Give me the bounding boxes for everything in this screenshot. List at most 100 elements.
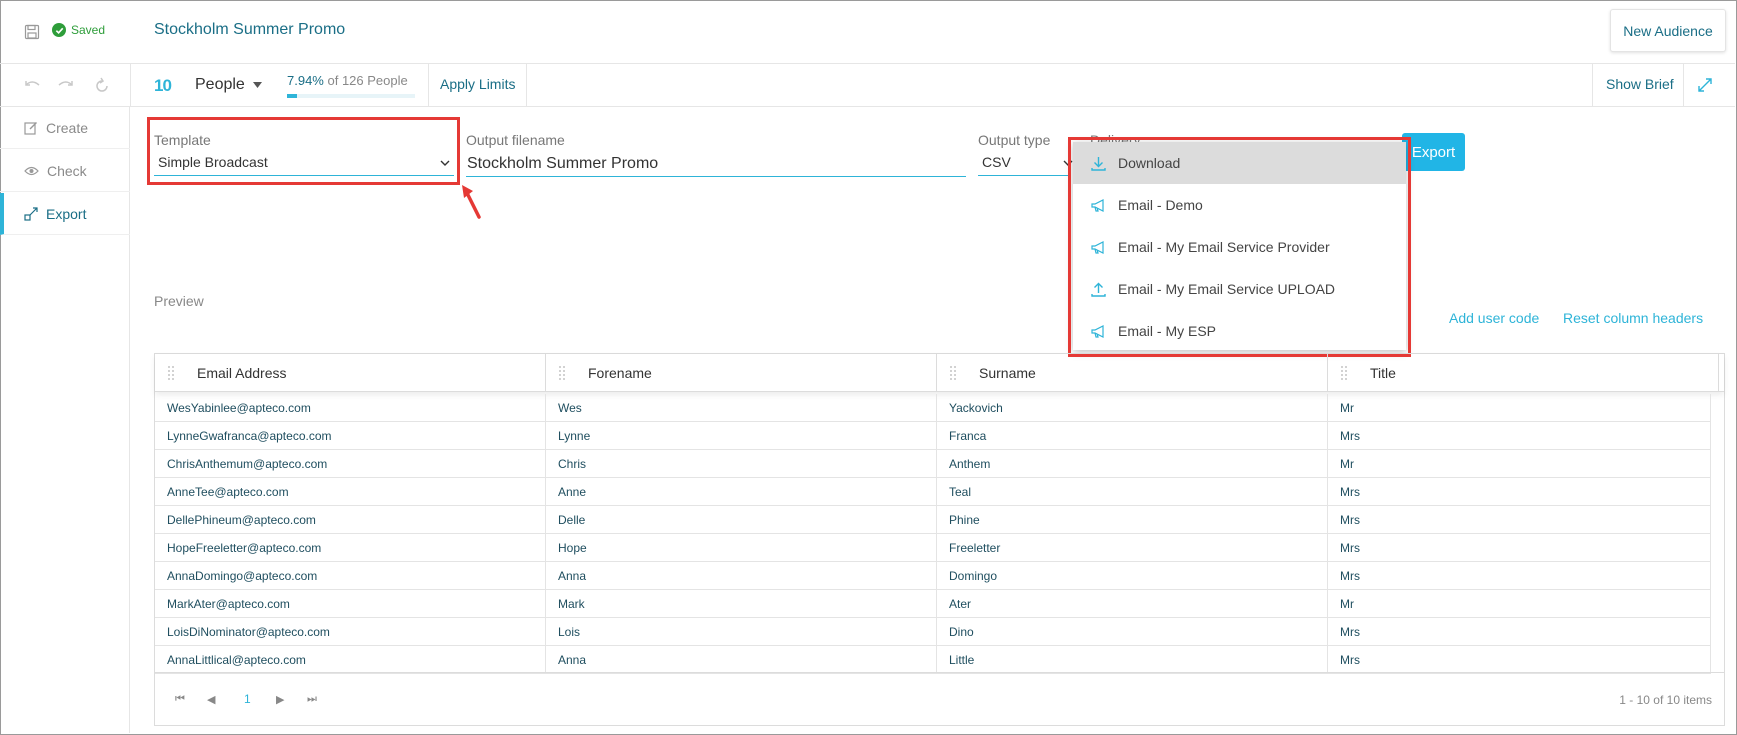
table-row[interactable]: HopeFreeletter@apteco.com Hope Freeletter M… [155, 534, 1711, 562]
eye-icon [24, 166, 39, 175]
table-cell: Mrs [1328, 506, 1711, 534]
column-header-label: Forename [588, 365, 652, 381]
audience-title[interactable]: Stockholm Summer Promo [154, 21, 345, 39]
sidebar-item-label: Check [47, 162, 87, 179]
grid-pager: ⏮ ◀ 1 ▶ ⏭ 1 - 10 of 10 items [155, 672, 1724, 726]
table-cell: AnnaDomingo@apteco.com [155, 562, 546, 590]
table-cell: Freeletter [937, 534, 1328, 562]
edit-icon [24, 121, 37, 135]
last-page-icon[interactable]: ⏭ [307, 693, 317, 706]
save-icon[interactable] [24, 24, 40, 40]
divider [526, 64, 527, 107]
export-button[interactable]: Export [1402, 133, 1465, 171]
items-count-info: 1 - 10 of 10 items [1619, 693, 1712, 707]
expand-icon[interactable] [1697, 77, 1713, 93]
preview-grid: Email Address Forename Surname Title Wes… [154, 353, 1725, 726]
table-cell: Lois [546, 618, 937, 646]
page-number-button[interactable]: 1 [244, 692, 251, 706]
table-cell: Phine [937, 506, 1328, 534]
table-row[interactable]: WesYabinlee@apteco.com Wes Yackovich Mr [155, 394, 1711, 422]
people-count: 10 [154, 76, 172, 95]
table-cell: Mark [546, 590, 937, 618]
check-circle-icon [52, 23, 66, 37]
table-cell: Mrs [1328, 534, 1711, 562]
table-cell: AnnaLittlical@apteco.com [155, 646, 546, 674]
next-page-icon[interactable]: ▶ [276, 693, 284, 706]
table-cell: Mr [1328, 450, 1711, 478]
redo-icon[interactable] [56, 76, 76, 96]
limits-summary: 7.94% of 126 People [287, 73, 408, 88]
table-row[interactable]: AnnaDomingo@apteco.com Anna Domingo Mrs [155, 562, 1711, 590]
table-cell: Hope [546, 534, 937, 562]
percentage-progress-bar [287, 94, 415, 98]
table-cell: DellePhineum@apteco.com [155, 506, 546, 534]
table-row[interactable]: AnnaLittlical@apteco.com Anna Little Mrs [155, 646, 1711, 674]
column-header-surname[interactable]: Surname [937, 354, 1328, 392]
table-cell: Mrs [1328, 422, 1711, 450]
table-row[interactable]: ChrisAnthemum@apteco.com Chris Anthem Mr [155, 450, 1711, 478]
sidebar-item-label: Create [46, 119, 89, 136]
table-cell: Mrs [1328, 562, 1711, 590]
column-header-email[interactable]: Email Address [155, 354, 546, 392]
sidebar-item-create[interactable]: Create [0, 107, 130, 149]
column-header-title[interactable]: Title [1328, 354, 1719, 392]
reset-column-headers-link[interactable]: Reset column headers [1563, 310, 1703, 326]
table-row[interactable]: AnneTee@apteco.com Anne Teal Mrs [155, 478, 1711, 506]
table-row[interactable]: DellePhineum@apteco.com Delle Phine Mrs [155, 506, 1711, 534]
table-cell: Mrs [1328, 646, 1711, 674]
apply-limits-button[interactable]: Apply Limits [440, 76, 515, 92]
table-cell: Ater [937, 590, 1328, 618]
preview-label: Preview [154, 293, 204, 309]
new-audience-button[interactable]: New Audience [1610, 9, 1726, 52]
table-cell: Little [937, 646, 1328, 674]
column-header-label: Email Address [197, 365, 287, 381]
table-cell: LoisDiNominator@apteco.com [155, 618, 546, 646]
show-brief-button[interactable]: Show Brief [1606, 76, 1674, 92]
table-cell: Wes [546, 394, 937, 422]
table-row[interactable]: MarkAter@apteco.com Mark Ater Mr [155, 590, 1711, 618]
table-cell: Domingo [937, 562, 1328, 590]
percentage-value: 7.94% [287, 73, 324, 88]
caret-down-icon [252, 82, 262, 88]
saved-status-badge: Saved [52, 23, 105, 37]
table-cell: Anna [546, 646, 937, 674]
filename-input[interactable]: Stockholm Summer Promo [467, 155, 658, 173]
undo-icon[interactable] [22, 76, 42, 96]
people-dropdown[interactable]: People [195, 76, 262, 94]
people-label: People [195, 76, 245, 93]
drag-handle-icon[interactable] [1340, 365, 1348, 381]
divider [428, 64, 429, 107]
sidebar-item-export[interactable]: Export [0, 193, 130, 235]
table-cell: Lynne [546, 422, 937, 450]
sidebar-item-check[interactable]: Check [0, 150, 130, 192]
divider [1683, 64, 1684, 107]
output-type-select[interactable]: CSV [982, 154, 1011, 170]
table-cell: Dino [937, 618, 1328, 646]
drag-handle-icon[interactable] [558, 365, 566, 381]
column-header-label: Surname [979, 365, 1036, 381]
grid-header: Email Address Forename Surname Title [155, 354, 1724, 392]
table-cell: ChrisAnthemum@apteco.com [155, 450, 546, 478]
reset-icon[interactable] [92, 76, 112, 96]
percentage-total: of 126 People [323, 73, 408, 88]
filename-label: Output filename [466, 132, 565, 148]
table-cell: Mrs [1328, 478, 1711, 506]
top-bar: Saved Stockholm Summer Promo New Audienc… [0, 0, 1735, 64]
column-header-forename[interactable]: Forename [546, 354, 937, 392]
table-cell: MarkAter@apteco.com [155, 590, 546, 618]
table-cell: Delle [546, 506, 937, 534]
table-row[interactable]: LoisDiNominator@apteco.com Lois Dino Mrs [155, 618, 1711, 646]
add-user-code-link[interactable]: Add user code [1449, 310, 1539, 326]
table-cell: Mrs [1328, 618, 1711, 646]
table-cell: WesYabinlee@apteco.com [155, 394, 546, 422]
drag-handle-icon[interactable] [167, 365, 175, 381]
saved-label: Saved [71, 23, 106, 37]
output-type-label: Output type [978, 132, 1051, 148]
previous-page-icon[interactable]: ◀ [207, 693, 215, 706]
first-page-icon[interactable]: ⏮ [175, 693, 185, 706]
sidebar-item-label: Export [46, 205, 87, 222]
table-cell: Chris [546, 450, 937, 478]
table-row[interactable]: LynneGwafranca@apteco.com Lynne Franca Mrs [155, 422, 1711, 450]
table-cell: HopeFreeletter@apteco.com [155, 534, 546, 562]
drag-handle-icon[interactable] [949, 365, 957, 381]
